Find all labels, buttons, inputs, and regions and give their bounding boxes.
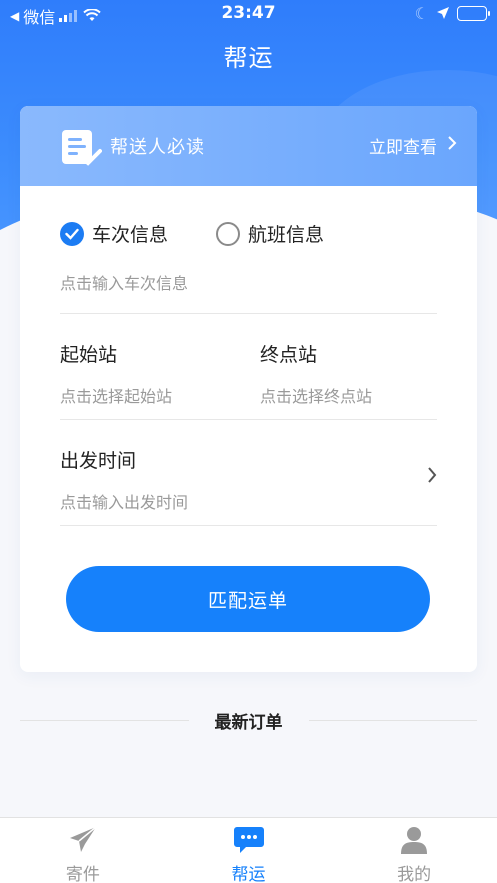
view-now-link[interactable]: 立即查看: [369, 133, 457, 158]
match-order-button[interactable]: 匹配运单: [66, 566, 430, 632]
latest-orders-title: 最新订单: [214, 712, 283, 733]
departure-time-placeholder: 点击输入出发时间: [60, 493, 189, 512]
tab-mine[interactable]: 我的: [331, 818, 497, 883]
notice-banner[interactable]: 帮送人必读 立即查看: [20, 106, 477, 186]
tab-label: 帮运: [231, 865, 266, 883]
start-station-label: 起始站: [60, 344, 118, 366]
document-check-icon: [60, 128, 102, 172]
tab-send[interactable]: 寄件: [0, 818, 166, 883]
station-row: 起始站 点击选择起始站 终点站 点击选择终点站: [60, 338, 437, 420]
location-arrow-icon: [437, 4, 449, 23]
latest-orders-heading: 最新订单: [20, 705, 477, 735]
option-flight-info[interactable]: 航班信息: [216, 220, 324, 247]
chat-icon: [233, 826, 265, 858]
page-title: 帮运: [223, 44, 274, 72]
divider: [308, 719, 477, 721]
moon-icon: ☾: [414, 4, 429, 23]
view-now-label: 立即查看: [369, 138, 437, 158]
train-number-field[interactable]: 点击输入车次信息: [60, 270, 437, 314]
end-station-placeholder: 点击选择终点站: [260, 387, 373, 406]
chevron-right-icon: [447, 135, 457, 156]
user-icon: [400, 826, 428, 858]
train-number-placeholder: 点击输入车次信息: [60, 274, 189, 293]
option-train-info[interactable]: 车次信息: [60, 220, 168, 247]
tab-bar: 寄件 帮运 我的: [0, 817, 497, 883]
option-label: 航班信息: [248, 224, 325, 246]
chevron-right-icon: [427, 466, 437, 488]
tab-label: 我的: [397, 865, 432, 883]
divider: [20, 719, 189, 721]
start-station-field[interactable]: 起始站 点击选择起始站: [60, 340, 250, 407]
send-icon: [68, 826, 98, 858]
radio-unchecked-icon: [216, 221, 241, 246]
tab-label: 寄件: [65, 865, 100, 883]
tab-help-ship[interactable]: 帮运: [166, 818, 332, 883]
notice-title: 帮送人必读: [110, 137, 205, 158]
radio-checked-icon: [60, 221, 84, 246]
info-type-selector: 车次信息 航班信息: [60, 220, 324, 247]
end-station-label: 终点站: [260, 344, 318, 366]
start-station-placeholder: 点击选择起始站: [60, 387, 173, 406]
departure-time-label: 出发时间: [60, 450, 137, 472]
option-label: 车次信息: [92, 224, 169, 246]
form-card: 帮送人必读 立即查看 车次信息 航班信息 点击输入车次信息 起始站 点击选择起始…: [20, 106, 477, 672]
end-station-field[interactable]: 终点站 点击选择终点站: [260, 340, 437, 407]
departure-time-field[interactable]: 出发时间 点击输入出发时间: [60, 446, 437, 526]
battery-icon: [457, 6, 490, 21]
status-bar: ◀ 微信 23:47 ☾: [0, 0, 497, 28]
